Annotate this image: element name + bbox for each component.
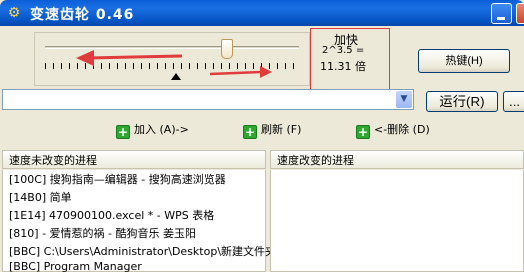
gear-icon: ⚙ (7, 5, 21, 21)
list-item[interactable]: [BBC] Program Manager (9, 258, 142, 272)
close-button[interactable] (516, 3, 524, 24)
delete-process-button[interactable]: + <-删除 (D) (356, 121, 430, 139)
add-process-button[interactable]: + 加入 (A)-> (116, 121, 189, 139)
list-item[interactable]: [14B0] 简单 (9, 189, 72, 207)
unchanged-list-header: 速度未改变的进程 (2, 150, 266, 169)
chevron-down-icon[interactable]: ▼ (396, 91, 412, 108)
list-item[interactable]: [810] - 爱情惹的祸 - 酷狗音乐 姜玉阳 (9, 225, 196, 243)
speed-slider[interactable] (34, 32, 310, 86)
delete-icon: + (356, 125, 370, 139)
center-marker (171, 73, 181, 80)
process-select[interactable]: ▼ (2, 89, 414, 110)
refresh-button[interactable]: + 刷新 (F) (243, 121, 301, 139)
changed-process-list[interactable] (270, 170, 524, 272)
speed-multiplier: 11.31 倍 (320, 60, 366, 73)
list-item[interactable]: [100C] 搜狗指南—编辑器 - 搜狗高速浏览器 (9, 171, 226, 189)
slider-thumb[interactable] (221, 39, 233, 59)
delete-label: <-删除 (D) (374, 123, 430, 136)
changed-list-header: 速度改变的进程 (270, 150, 524, 169)
add-label: 加入 (A)-> (134, 123, 189, 136)
run-button[interactable]: 运行(R) (426, 91, 498, 112)
speed-formula: 2^3.5 = (322, 45, 365, 56)
unchanged-process-list[interactable]: [100C] 搜狗指南—编辑器 - 搜狗高速浏览器 [14B0] 简单 [1E1… (2, 170, 276, 272)
title-bar: ⚙ 变速齿轮 0.46 (0, 0, 524, 26)
more-button[interactable]: ... (503, 91, 524, 112)
list-item[interactable]: [1E14] 470900100.excel * - WPS 表格 (9, 207, 214, 225)
hotkey-button[interactable]: 热键(H) (418, 49, 510, 73)
add-icon: + (116, 125, 130, 139)
slider-track (45, 46, 299, 49)
window-title: 变速齿轮 0.46 (30, 7, 135, 23)
minimize-button[interactable] (491, 3, 512, 24)
refresh-icon: + (243, 125, 257, 139)
refresh-label: 刷新 (F) (261, 123, 302, 136)
slider-ticks (45, 63, 299, 69)
